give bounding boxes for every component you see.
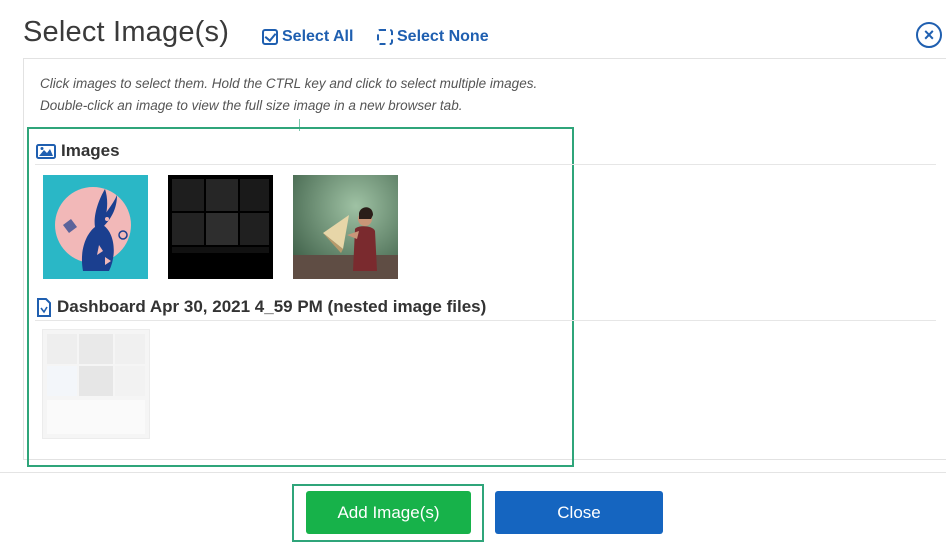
document-icon bbox=[37, 297, 51, 317]
instruction-line-1: Click images to select them. Hold the CT… bbox=[40, 76, 538, 91]
close-button[interactable]: Close bbox=[495, 491, 663, 534]
close-icon[interactable]: × bbox=[916, 22, 942, 48]
dialog-title: Select Image(s) bbox=[23, 16, 230, 48]
woman-with-hat-photo bbox=[293, 175, 398, 279]
faint-grid-image bbox=[43, 330, 149, 438]
section-images-label: Images bbox=[61, 141, 120, 160]
section-dashboard-label: Dashboard Apr 30, 2021 4_59 PM (nested i… bbox=[57, 297, 487, 316]
select-images-dialog: Select Image(s) Select All Select None ×… bbox=[0, 0, 946, 544]
checkbox-checked-icon bbox=[262, 29, 278, 45]
image-icon bbox=[36, 144, 56, 159]
thumbnail-faint-grid[interactable] bbox=[42, 329, 150, 439]
footer-divider bbox=[0, 472, 946, 473]
select-none-label: Select None bbox=[397, 28, 489, 45]
checkbox-dashed-icon bbox=[377, 29, 393, 45]
select-none-link[interactable]: Select None bbox=[377, 27, 489, 47]
section-dashboard-header: Dashboard Apr 30, 2021 4_59 PM (nested i… bbox=[36, 297, 486, 317]
instruction-line-2: Double-click an image to view the full s… bbox=[40, 98, 463, 113]
thumbnail-blue-rabbit[interactable] bbox=[43, 175, 148, 279]
dark-grid-image bbox=[168, 175, 273, 279]
section-images-header: Images bbox=[36, 141, 120, 161]
thumbnail-woman-photo[interactable] bbox=[293, 175, 398, 279]
select-all-label: Select All bbox=[282, 28, 354, 45]
add-images-button[interactable]: Add Image(s) bbox=[306, 491, 471, 534]
rabbit-illustration bbox=[43, 175, 148, 279]
thumbnail-dark-grid[interactable] bbox=[168, 175, 273, 279]
select-all-link[interactable]: Select All bbox=[262, 27, 353, 47]
section-divider bbox=[35, 320, 936, 321]
section-divider bbox=[35, 164, 936, 165]
